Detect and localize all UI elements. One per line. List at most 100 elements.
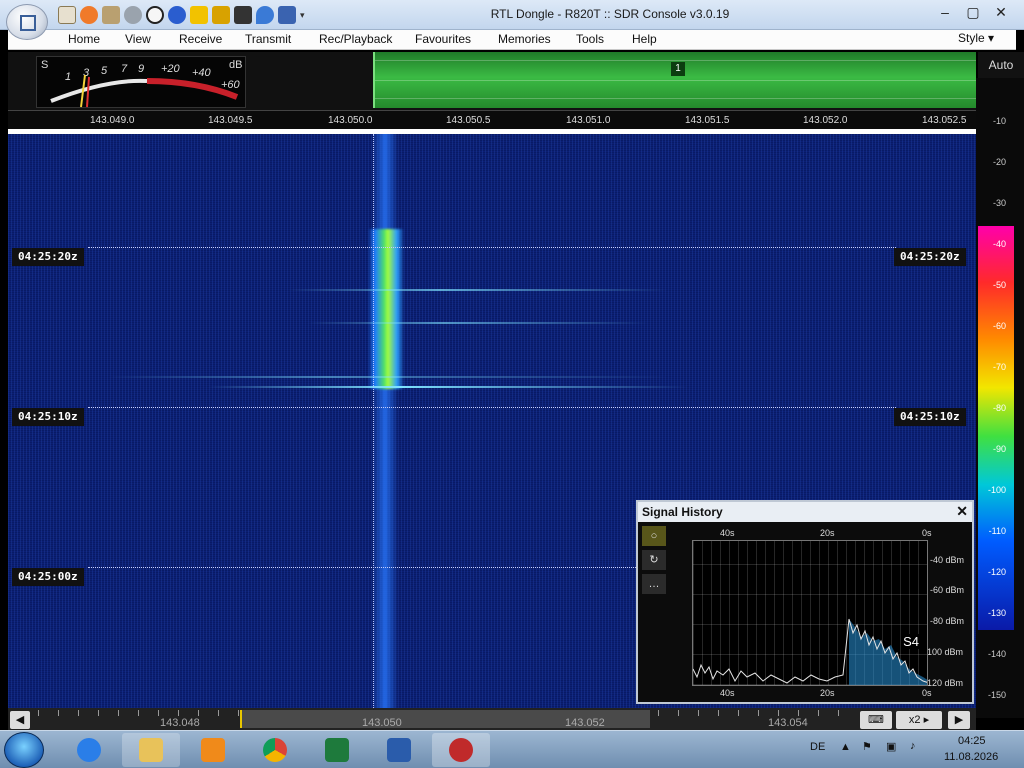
camera-icon[interactable]	[234, 6, 252, 24]
overview-tick: 143.048	[160, 717, 200, 729]
window-controls: – ▢ ✕	[932, 2, 1014, 22]
sdr-console-icon[interactable]	[432, 733, 490, 767]
freq-tick: 143.050.5	[446, 115, 491, 126]
maximize-button[interactable]: ▢	[960, 2, 986, 22]
excel-icon[interactable]	[308, 733, 366, 767]
undo-icon[interactable]	[278, 6, 296, 24]
tray-action-icon[interactable]: ⚑	[862, 740, 872, 753]
scroll-left-button[interactable]: ◀	[10, 711, 30, 729]
freq-tick: 143.049.5	[208, 115, 253, 126]
menu-rec-playback[interactable]: Rec/Playback	[319, 32, 392, 46]
scale-db: -70	[992, 362, 1006, 372]
signal-history-graph[interactable]: S4	[692, 540, 928, 686]
tray-volume-icon[interactable]: ♪	[910, 740, 916, 752]
color-scale[interactable]: -10 -20 -30 -40 -50 -60 -70 -80 -90 -100…	[976, 78, 1024, 718]
style-dropdown[interactable]: Style ▾	[958, 31, 994, 45]
menu-bar: Home View Receive Transmit Rec/Playback …	[8, 30, 1016, 50]
taskbar: DE ▲ ⚑ ▣ ♪ 04:25 11.08.2026	[0, 730, 1024, 768]
scale-db: -60	[992, 321, 1006, 331]
keyboard-icon[interactable]: ⌨	[860, 711, 892, 729]
signal-history-plot	[693, 618, 927, 685]
sh-y-axis: -120 dBm	[924, 678, 964, 688]
language-indicator[interactable]: DE	[810, 741, 825, 753]
sh-y-axis: -100 dBm	[924, 647, 964, 657]
lifebuoy-icon[interactable]	[80, 6, 98, 24]
overview-ruler[interactable]: ◀ 143.048 143.050 143.052 143.054 ⌨ x2 ▸…	[8, 708, 976, 730]
scale-db: -20	[992, 157, 1006, 167]
time-label-right: 04:25:20z	[894, 248, 966, 266]
scroll-right-button[interactable]: ▶	[948, 711, 970, 729]
word-icon[interactable]	[370, 733, 428, 767]
scale-db: -120	[987, 567, 1006, 577]
sh-top-axis: 0s	[922, 528, 932, 538]
scale-db: -130	[987, 608, 1006, 618]
menu-receive[interactable]: Receive	[179, 32, 222, 46]
s-meter-arc	[50, 74, 239, 108]
band-plan[interactable]: 1	[373, 52, 976, 108]
menu-transmit[interactable]: Transmit	[245, 32, 291, 46]
lock-icon[interactable]	[212, 6, 230, 24]
app-window: ▾ RTL Dongle - R820T :: SDR Console v3.0…	[0, 0, 1024, 768]
time-label-right: 04:25:10z	[894, 408, 966, 426]
start-button[interactable]	[4, 732, 44, 768]
menu-home[interactable]: Home	[68, 32, 100, 46]
menu-favourites[interactable]: Favourites	[415, 32, 471, 46]
play-icon[interactable]	[124, 6, 142, 24]
time-label-left: 04:25:20z	[12, 248, 84, 266]
signal-trace	[372, 134, 398, 708]
clock-time[interactable]: 04:25	[958, 735, 986, 747]
stop-icon[interactable]	[146, 6, 164, 24]
more-icon[interactable]: …	[642, 574, 666, 594]
tuning-cursor[interactable]	[373, 134, 374, 708]
frequency-ruler[interactable]: 143.049.0 143.049.5 143.050.0 143.050.5 …	[8, 110, 976, 130]
scale-db: -10	[992, 116, 1006, 126]
auto-scale-button[interactable]: Auto	[978, 52, 1024, 78]
freq-tick: 143.049.0	[90, 115, 135, 126]
home-icon[interactable]	[58, 6, 76, 24]
minimize-button[interactable]: –	[932, 2, 958, 22]
close-icon[interactable]: ✕	[956, 503, 968, 520]
internet-explorer-icon[interactable]	[60, 733, 118, 767]
drop-icon[interactable]	[256, 6, 274, 24]
zoom-label: x2	[908, 714, 921, 726]
tray-network-icon[interactable]: ▣	[886, 740, 896, 753]
menu-tools[interactable]: Tools	[576, 32, 604, 46]
menu-help[interactable]: Help	[632, 32, 657, 46]
meter-row: S dB 1 3 5 7 9 +20 +40 +60 1	[8, 52, 976, 110]
close-button[interactable]: ✕	[988, 2, 1014, 22]
time-label-left: 04:25:10z	[12, 408, 84, 426]
scale-db: -40	[992, 239, 1006, 249]
record-toggle-icon[interactable]: ○	[642, 526, 666, 546]
title-bar: ▾ RTL Dongle - R820T :: SDR Console v3.0…	[0, 0, 1024, 30]
signal-history-title-text: Signal History	[642, 505, 723, 519]
band-marker[interactable]: 1	[671, 62, 685, 76]
media-player-icon[interactable]	[184, 733, 242, 767]
s-unit-reading: S4	[901, 634, 921, 649]
freq-tick: 143.051.0	[566, 115, 611, 126]
scale-db: -140	[987, 649, 1006, 659]
carrier-line	[308, 322, 648, 324]
add-icon[interactable]	[168, 6, 186, 24]
menu-view[interactable]: View	[125, 32, 151, 46]
sh-bottom-axis: 0s	[922, 688, 932, 698]
sh-top-axis: 20s	[820, 528, 835, 538]
tray-expand-icon[interactable]: ▲	[840, 741, 851, 753]
carrier-line	[108, 376, 668, 378]
style-label: Style	[958, 31, 985, 45]
scale-db: -110	[988, 526, 1006, 536]
zoom-selector[interactable]: x2 ▸	[896, 711, 942, 729]
application-menu-button[interactable]	[6, 4, 48, 40]
sh-y-axis: -80 dBm	[930, 616, 965, 626]
explorer-icon[interactable]	[122, 733, 180, 767]
folder-icon[interactable]	[102, 6, 120, 24]
qat-dropdown-icon[interactable]: ▾	[300, 6, 310, 24]
scale-db: -90	[992, 444, 1006, 454]
freq-tick: 143.051.5	[685, 115, 730, 126]
menu-memories[interactable]: Memories	[498, 32, 551, 46]
reset-icon[interactable]: ↻	[642, 550, 666, 570]
clock-date[interactable]: 11.08.2026	[944, 751, 998, 763]
sh-y-axis: -60 dBm	[930, 585, 965, 595]
star-icon[interactable]	[190, 6, 208, 24]
chrome-icon[interactable]	[246, 733, 304, 767]
carrier-line	[288, 289, 668, 291]
